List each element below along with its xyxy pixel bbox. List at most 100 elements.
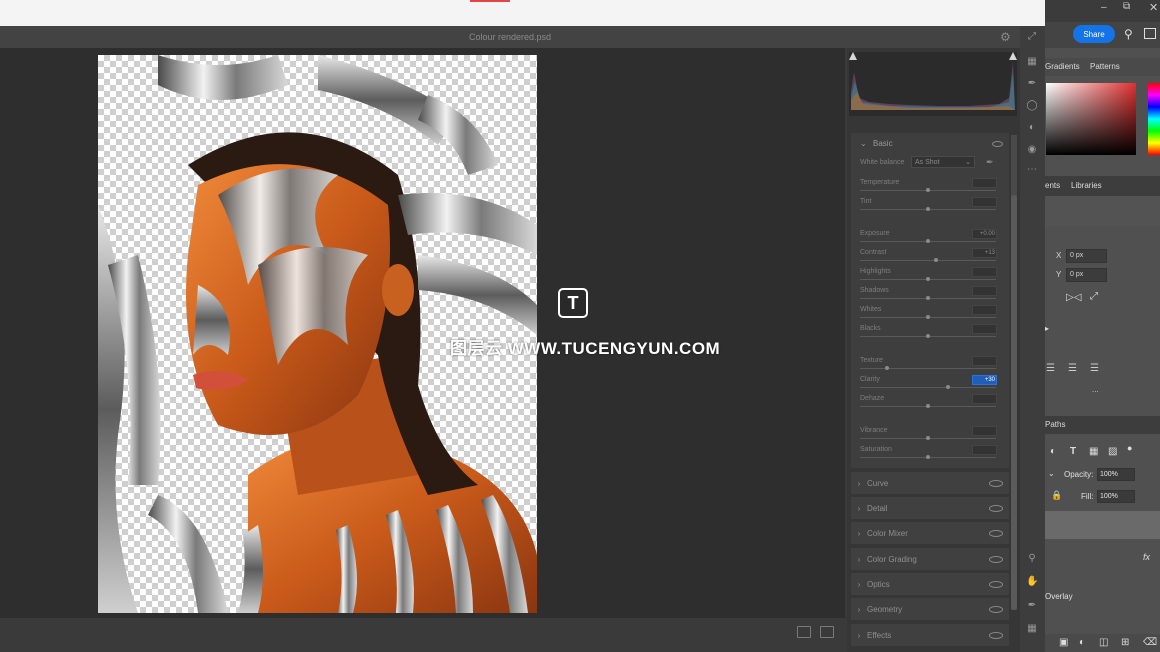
slider-value-field[interactable] xyxy=(972,267,997,277)
fullscreen-icon[interactable]: ⤢ xyxy=(1026,31,1038,43)
align-right-icon[interactable]: ☰ xyxy=(1090,363,1099,374)
eye-icon[interactable] xyxy=(989,580,1003,588)
slider-value-field[interactable] xyxy=(972,286,997,296)
slider-value-field[interactable]: +0.00 xyxy=(972,229,997,239)
tab-gradients[interactable]: Gradients xyxy=(1045,62,1080,71)
tab-patterns[interactable]: Patterns xyxy=(1090,62,1120,71)
slider-track[interactable] xyxy=(860,368,996,369)
slider-value-field[interactable] xyxy=(972,324,997,334)
brush-icon[interactable]: ✒ xyxy=(1026,78,1038,90)
section-effects[interactable]: › Effects xyxy=(851,624,1009,646)
y-input[interactable]: 0 px xyxy=(1066,268,1107,282)
eye-icon[interactable] xyxy=(989,555,1003,563)
tab-paths[interactable]: Paths xyxy=(1045,420,1065,429)
slider-value-field[interactable]: +13 xyxy=(972,248,997,258)
hand-icon[interactable]: ✋ xyxy=(1026,576,1038,588)
eye-icon[interactable] xyxy=(989,529,1003,537)
hue-slider[interactable] xyxy=(1148,83,1160,155)
add-mask-icon[interactable]: ▣ xyxy=(1059,637,1068,648)
eye-icon[interactable] xyxy=(989,504,1003,512)
fill-input[interactable]: 100% xyxy=(1097,490,1135,503)
filter-adjust-icon[interactable]: ◐ xyxy=(1050,446,1056,457)
tab-libraries[interactable]: Libraries xyxy=(1071,181,1102,190)
more-icon[interactable]: ... xyxy=(1092,385,1099,394)
slider-value-field[interactable] xyxy=(972,178,997,188)
scrollbar-thumb[interactable] xyxy=(1011,195,1017,610)
effect-overlay-label[interactable]: Overlay xyxy=(1045,592,1073,601)
section-detail[interactable]: › Detail xyxy=(851,497,1009,519)
more-tools-icon[interactable]: ⋯ xyxy=(1026,164,1038,176)
blend-chevron-icon[interactable]: ⌄ xyxy=(1048,469,1055,478)
slider-track[interactable] xyxy=(860,260,996,261)
slider-thumb[interactable] xyxy=(946,385,950,389)
section-optics[interactable]: › Optics xyxy=(851,573,1009,595)
eye-icon[interactable] xyxy=(989,479,1003,487)
edit-icon[interactable]: ▦ xyxy=(1026,56,1038,68)
lock-icon[interactable]: 🔒 xyxy=(1051,490,1062,501)
align-left-icon[interactable]: ☰ xyxy=(1046,363,1055,374)
slider-thumb[interactable] xyxy=(926,455,930,459)
white-balance-select[interactable]: As Shot ⌄ xyxy=(911,156,975,168)
restore-icon[interactable]: ⧉ xyxy=(1123,1,1130,12)
slider-thumb[interactable] xyxy=(926,277,930,281)
slider-track[interactable] xyxy=(860,387,996,388)
share-button[interactable]: Share xyxy=(1073,25,1115,43)
slider-value-field[interactable] xyxy=(972,356,997,366)
color-picker-field[interactable] xyxy=(1046,83,1136,155)
folder-icon[interactable]: ◫ xyxy=(1099,637,1108,648)
heal-icon[interactable]: ◯ xyxy=(1026,100,1038,112)
slider-value-field[interactable]: +30 xyxy=(972,375,997,385)
redeye-icon[interactable]: ◉ xyxy=(1026,144,1038,156)
basic-chevron-icon[interactable]: ⌄ xyxy=(860,139,867,148)
new-layer-icon[interactable]: ⊞ xyxy=(1121,637,1129,648)
slider-value-field[interactable] xyxy=(972,445,997,455)
close-icon[interactable]: ✕ xyxy=(1149,1,1158,14)
slider-value-field[interactable] xyxy=(972,426,997,436)
slider-thumb[interactable] xyxy=(926,334,930,338)
gear-icon[interactable]: ⚙ xyxy=(1000,30,1011,44)
slider-thumb[interactable] xyxy=(934,258,938,262)
slider-thumb[interactable] xyxy=(926,404,930,408)
slider-value-field[interactable] xyxy=(972,305,997,315)
section-color-mixer[interactable]: › Color Mixer xyxy=(851,522,1009,544)
align-center-icon[interactable]: ☰ xyxy=(1068,363,1077,374)
eye-icon[interactable] xyxy=(989,631,1003,639)
zoom-icon[interactable]: ⚲ xyxy=(1026,553,1038,565)
x-input[interactable]: 0 px xyxy=(1066,249,1107,263)
grid-icon[interactable]: ▦ xyxy=(1026,623,1038,635)
basic-eye-icon[interactable] xyxy=(992,141,1003,147)
section-color-grading[interactable]: › Color Grading xyxy=(851,548,1009,570)
layer-row-selected[interactable] xyxy=(1045,511,1160,539)
opacity-input[interactable]: 100% xyxy=(1097,468,1135,481)
flip-horizontal-icon[interactable]: ▷◁ xyxy=(1066,292,1081,303)
eye-icon[interactable] xyxy=(989,605,1003,613)
slider-thumb[interactable] xyxy=(926,436,930,440)
slider-thumb[interactable] xyxy=(926,239,930,243)
slider-value-field[interactable] xyxy=(972,197,997,207)
slider-thumb[interactable] xyxy=(926,296,930,300)
workspace-icon[interactable] xyxy=(1144,28,1156,39)
adjustment-layer-icon[interactable]: ◐ xyxy=(1079,637,1085,648)
eyedropper-icon[interactable]: ✒ xyxy=(986,157,994,168)
section-geometry[interactable]: › Geometry xyxy=(851,598,1009,620)
slider-value-field[interactable] xyxy=(972,394,997,404)
sampler-icon[interactable]: ✒ xyxy=(1026,600,1038,612)
slider-thumb[interactable] xyxy=(926,207,930,211)
section-curve[interactable]: › Curve xyxy=(851,472,1009,494)
filter-type-icon[interactable]: T xyxy=(1070,446,1076,457)
slider-thumb[interactable] xyxy=(885,366,889,370)
filter-toggle-icon[interactable]: ● xyxy=(1127,443,1132,453)
slider-thumb[interactable] xyxy=(926,315,930,319)
tab-adjustments[interactable]: ents xyxy=(1045,181,1060,190)
before-after-icon[interactable] xyxy=(820,626,834,638)
mask-icon[interactable]: ◐ xyxy=(1026,122,1038,134)
trash-icon[interactable]: ⌫ xyxy=(1143,637,1157,648)
filter-shape-icon[interactable]: ▦ xyxy=(1089,446,1098,457)
fx-label[interactable]: fx xyxy=(1143,552,1150,562)
slider-thumb[interactable] xyxy=(926,188,930,192)
compare-icon[interactable] xyxy=(797,626,811,638)
search-icon[interactable]: ⚲ xyxy=(1124,27,1133,41)
minimize-icon[interactable]: – xyxy=(1101,2,1107,13)
filter-smart-icon[interactable]: ▨ xyxy=(1108,446,1117,457)
flip-vertical-icon[interactable]: ⤢ xyxy=(1090,291,1098,302)
